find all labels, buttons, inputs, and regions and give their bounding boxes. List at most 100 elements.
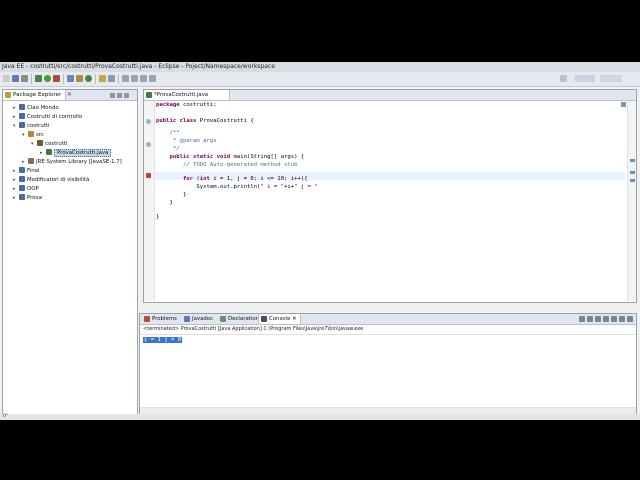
tree-item-label: costrutti [27,123,50,129]
search-icon[interactable] [108,75,115,82]
back-icon[interactable] [140,75,147,82]
overview-marker[interactable] [630,171,635,174]
collapse-icon[interactable]: ▾ [22,131,27,139]
code-line: for (int i = 1, j = 0; i <= 10; i++){ [156,176,308,182]
code-line: } [156,192,187,198]
link-editor-icon[interactable] [117,93,122,98]
java-editor: *ProvaCostrutti.java package costrutti; … [143,89,637,303]
prev-annotation-icon[interactable] [131,75,138,82]
declaration-icon [220,316,226,322]
java-perspective-icon[interactable] [600,75,622,82]
tab-declaration[interactable]: Declaration [218,314,262,324]
package-icon [37,140,43,146]
collapse-icon[interactable]: ▾ [13,122,18,130]
project-icon [19,176,25,182]
package-explorer-view: Package Explorer ✕ ▸ Ciao Mondo ▸ Costrutt… [2,89,138,415]
tab-label: Console [269,316,291,322]
expand-icon[interactable]: ▸ [13,113,18,121]
tab-package-explorer[interactable]: Package Explorer [3,90,67,100]
clear-console-icon[interactable] [595,316,601,322]
tree-item-package-costrutti[interactable]: ▾ costrutti [31,140,68,148]
display-console-icon[interactable] [619,316,625,322]
project-icon [19,185,25,191]
open-type-icon[interactable] [99,75,106,82]
editor-gutter [144,101,155,301]
terminate-icon[interactable] [579,316,585,322]
expand-icon[interactable]: ▸ [13,176,18,184]
tab-javadoc[interactable]: Javadoc [182,314,216,324]
collapse-all-icon[interactable] [110,93,115,98]
forward-icon[interactable] [149,75,156,82]
package-explorer-icon [5,92,11,98]
expand-icon[interactable]: ▸ [13,104,18,112]
tree-item-label: OOP [27,186,39,192]
tree-item-final[interactable]: ▸ Final [13,167,39,175]
console-view: Problems Javadoc Declaration Console ✕ <… [139,313,637,415]
tree-item-provacostrutti-java[interactable]: ▸ ProvaCostrutti.java [40,149,112,157]
code-line: */ [156,146,180,152]
tree-item-prova[interactable]: ▸ Prova [13,194,42,202]
tree-item-costrutti[interactable]: ▾ costrutti [13,122,50,130]
console-output[interactable]: i = 1 j = 0 [143,336,183,344]
tree-item-label: JRE System Library [JavaSE-1.7] [36,159,122,165]
tree-item-costrutti-di-controllo[interactable]: ▸ Costrutti di controllo [13,113,82,121]
expand-icon[interactable]: ▸ [13,194,18,202]
perspective-icon[interactable] [560,75,567,82]
expand-icon[interactable]: ▸ [22,158,27,166]
save-icon[interactable] [12,75,19,82]
new-java-project-icon[interactable] [67,75,74,82]
print-icon[interactable] [21,75,28,82]
remove-launch-icon[interactable] [587,316,593,322]
debug-icon[interactable] [35,75,42,82]
tree-item-label: Prova [27,195,43,201]
code-line: } [156,200,173,206]
overview-marker[interactable] [630,159,635,162]
tab-problems[interactable]: Problems [142,314,180,324]
console-icon [261,316,267,322]
next-annotation-icon[interactable] [122,75,129,82]
run-icon[interactable] [44,75,51,82]
tree-item-src[interactable]: ▾ src [22,131,44,139]
tab-console[interactable]: Console ✕ [258,314,301,324]
javadoc-icon [184,316,190,322]
view-menu-icon[interactable] [124,93,129,98]
window-title: Java EE - costrutti/src/costrutti/ProvaC… [0,62,640,72]
pin-console-icon[interactable] [611,316,617,322]
scroll-lock-icon[interactable] [603,316,609,322]
fold-icon[interactable] [146,142,151,147]
open-console-icon[interactable] [627,316,633,322]
java-ee-perspective-icon[interactable] [575,75,595,82]
tree-item-jre-system-library[interactable]: ▸ JRE System Library [JavaSE-1.7] [22,158,122,166]
fold-icon[interactable] [146,119,151,124]
minimize-icon[interactable] [621,102,626,107]
tab-label: Problems [152,316,177,322]
new-icon[interactable] [3,75,10,82]
console-scrollbar[interactable] [140,407,636,414]
editor-tab-label: *ProvaCostrutti.java [154,92,209,98]
eclipse-window: Java EE - costrutti/src/costrutti/ProvaC… [0,62,640,420]
expand-icon[interactable]: ▸ [13,167,18,175]
tree-item-modificatori[interactable]: ▸ Modificatori di visibilità [13,176,89,184]
tab-label: Javadoc [192,316,214,322]
overview-marker[interactable] [630,179,635,182]
close-icon[interactable]: ✕ [292,316,297,322]
project-icon [19,113,25,119]
expand-icon[interactable]: ▸ [40,149,45,157]
editor-overview-ruler[interactable] [627,101,636,301]
java-file-icon [46,149,52,155]
project-icon [19,122,25,128]
error-marker-icon[interactable] [146,173,151,178]
tree-item-ciao-mondo[interactable]: ▸ Ciao Mondo [13,104,59,112]
tree-item-oop[interactable]: ▸ OOP [13,185,39,193]
close-icon[interactable]: ✕ [67,90,72,100]
collapse-icon[interactable]: ▾ [31,140,36,148]
java-file-icon [146,92,152,98]
project-icon [19,167,25,173]
code-line: public class ProvaCostrutti { [156,118,254,124]
external-tools-icon[interactable] [53,75,60,82]
new-class-icon[interactable] [85,75,92,82]
tab-provacostrutti-java[interactable]: *ProvaCostrutti.java [144,90,230,100]
expand-icon[interactable]: ▸ [13,185,18,193]
tree-item-label: ProvaCostrutti.java [54,149,112,157]
new-package-icon[interactable] [76,75,83,82]
